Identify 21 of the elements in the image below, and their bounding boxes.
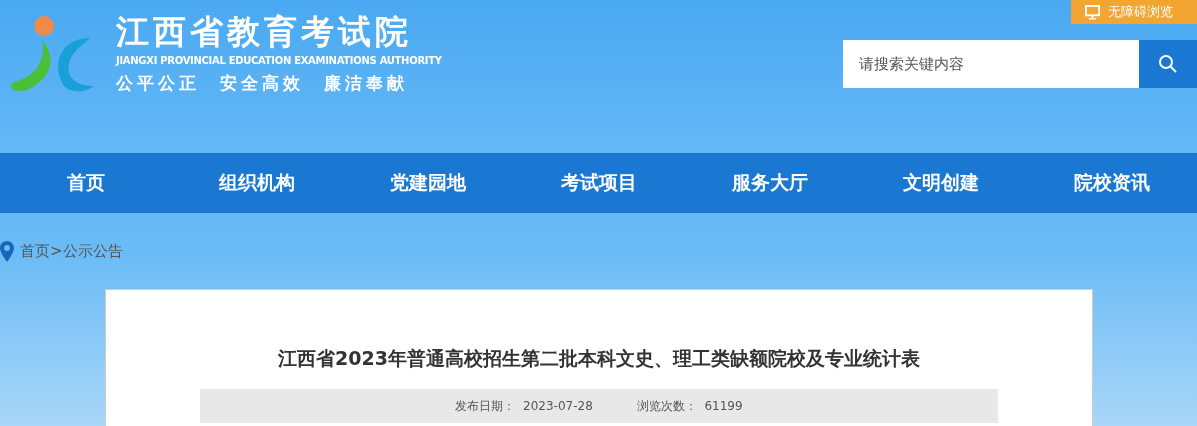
nav-link[interactable]: 考试项目 <box>513 170 684 196</box>
search-button[interactable] <box>1139 40 1197 88</box>
location-pin-icon <box>0 240 14 262</box>
site-title: 江西省教育考试院 <box>116 11 413 53</box>
nav-link[interactable]: 党建园地 <box>342 170 513 196</box>
site-subtitle: JIANGXI PROVINCIAL EDUCATION EXAMINATIONS AUTHORITY <box>116 54 442 68</box>
search-icon <box>1158 54 1178 74</box>
breadcrumb-link[interactable]: 首页 <box>20 241 50 261</box>
nav-link[interactable]: 院校资讯 <box>1026 170 1197 196</box>
search-field[interactable]: 请搜索关键内容 <box>843 40 1139 88</box>
meta-info: 浏览次数： 61199 <box>636 397 743 415</box>
monitor-icon <box>1085 4 1100 20</box>
article-title: 江西省2023年普通高校招生第二批本科文史、理工类缺额院校及专业统计表 <box>277 346 921 371</box>
nav-link[interactable]: 文明创建 <box>855 170 1026 196</box>
site-slogan: 公平公正 安全高效 廉洁奉献 <box>116 72 409 95</box>
breadcrumb-link[interactable]: 公示公告 <box>62 241 123 261</box>
breadcrumb-separator: > <box>50 242 63 260</box>
nav-link[interactable]: 组织机构 <box>171 170 342 196</box>
nav-link[interactable]: 首页 <box>0 170 171 196</box>
meta-info: 发布日期： 2023-07-28 <box>455 397 593 415</box>
nav-link[interactable]: 服务大厅 <box>684 170 855 196</box>
